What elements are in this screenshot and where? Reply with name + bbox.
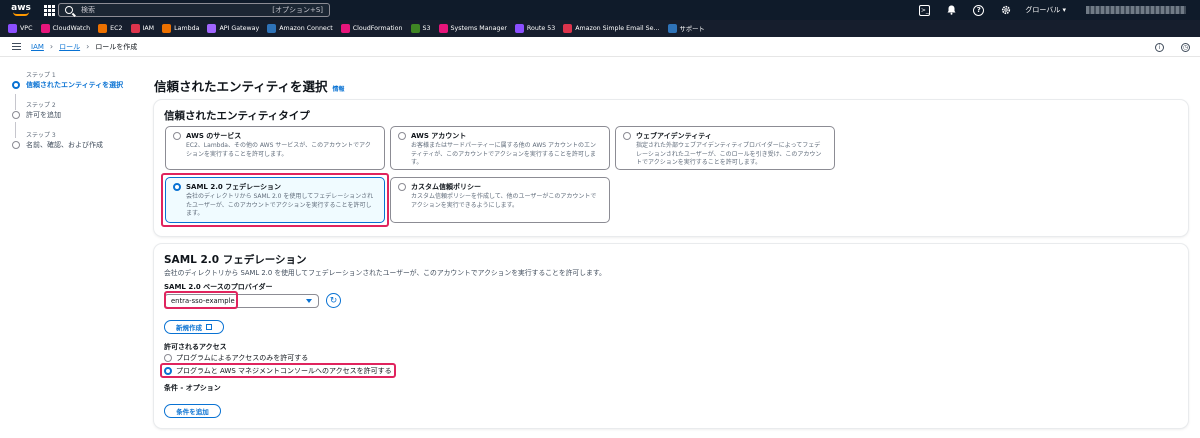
favorite-2[interactable]: EC2	[98, 24, 123, 33]
info-link[interactable]: 情報	[333, 84, 345, 93]
step-2: ステップ 2 許可を追加	[12, 102, 142, 120]
service-icon	[340, 24, 350, 33]
access-label: 許可されるアクセス	[164, 343, 227, 351]
favorite-1[interactable]: CloudWatch	[40, 24, 90, 33]
chevron-right-icon: ›	[49, 42, 54, 51]
search-bar[interactable]: [オプション+S]	[58, 3, 330, 17]
service-icon	[563, 24, 573, 33]
highlight-box	[161, 173, 389, 227]
chevron-right-icon: ›	[86, 42, 90, 51]
favorite-0[interactable]: VPC	[8, 24, 33, 33]
gear-icon[interactable]	[1000, 5, 1011, 16]
access-option-programmatic[interactable]: プログラムによるアクセスのみを許可する	[164, 353, 308, 363]
saml-heading: SAML 2.0 フェデレーション	[164, 254, 307, 266]
radio-button[interactable]	[398, 183, 406, 191]
highlight-box	[160, 363, 396, 378]
service-icon	[207, 24, 217, 33]
breadcrumb-iam[interactable]: IAM	[31, 43, 44, 51]
service-icon	[267, 24, 277, 33]
tile-aws-account[interactable]: AWS アカウント お客様またはサードパーティーに属する他の AWS アカウント…	[390, 126, 610, 170]
create-provider-button[interactable]: 新規作成	[164, 320, 224, 334]
region-selector[interactable]: グローバル ▾	[1025, 5, 1066, 15]
cloudshell-icon[interactable]: >_	[919, 4, 931, 16]
account-menu[interactable]	[1086, 6, 1186, 14]
caret-down-icon	[306, 299, 312, 303]
search-icon	[65, 6, 73, 14]
service-icon	[667, 24, 677, 33]
favorite-3[interactable]: IAM	[130, 24, 154, 33]
step-indicator-icon	[12, 141, 20, 149]
favorite-6[interactable]: Amazon Connect	[267, 24, 333, 33]
service-icon	[8, 24, 17, 33]
service-icon	[98, 24, 108, 33]
breadcrumb-current: ロールを作成	[95, 42, 138, 51]
service-icon	[438, 24, 448, 33]
service-icon	[40, 24, 50, 33]
refresh-icon[interactable]: ↻	[326, 293, 341, 308]
favorite-12[interactable]: サポート	[667, 24, 705, 33]
search-input[interactable]	[81, 6, 261, 14]
favorite-10[interactable]: Route 53	[514, 24, 555, 33]
page-title: 信頼されたエンティティを選択 情報	[154, 79, 345, 94]
menu-icon[interactable]	[12, 42, 21, 51]
tile-custom-trust-policy[interactable]: カスタム信頼ポリシー カスタム信頼ポリシーを作成して、他のユーザーがこのアカウン…	[390, 177, 610, 223]
tile-aws-service[interactable]: AWS のサービス EC2、Lambda、その他の AWS サービスが、このアカ…	[165, 126, 385, 170]
step-indicator-icon	[12, 81, 20, 89]
favorite-9[interactable]: Systems Manager	[438, 24, 507, 33]
help-icon[interactable]: ?	[973, 4, 985, 16]
search-shortcut-hint: [オプション+S]	[272, 6, 323, 14]
favorites-bar: VPC CloudWatch EC2 IAM Lambda API Gateway Amaz…	[0, 20, 1200, 37]
step-1[interactable]: ステップ 1 信頼されたエンティティを選択	[12, 72, 142, 90]
bell-icon[interactable]	[946, 5, 957, 16]
add-condition-button[interactable]: 条件を追加	[164, 404, 221, 418]
favorite-8[interactable]: S3	[410, 24, 431, 33]
favorite-4[interactable]: Lambda	[162, 24, 199, 33]
tile-web-identity[interactable]: ウェブアイデンティティ 指定された外部ウェブアイデンティティプロバイダーによって…	[615, 126, 835, 170]
service-icon	[162, 24, 172, 33]
saml-panel: SAML 2.0 フェデレーション 会社のディレクトリから SAML 2.0 を…	[154, 244, 1188, 428]
info-icon[interactable]: i	[1155, 43, 1164, 52]
favorite-7[interactable]: CloudFormation	[340, 24, 403, 33]
step-indicator-icon	[12, 111, 20, 119]
entity-type-heading: 信頼されたエンティティタイプ	[164, 110, 310, 122]
service-icon	[514, 24, 524, 33]
radio-button[interactable]	[398, 132, 406, 140]
favorite-5[interactable]: API Gateway	[207, 24, 259, 33]
aws-logo[interactable]: aws	[6, 0, 36, 20]
conditions-label: 条件 - オプション	[164, 384, 221, 392]
external-link-icon	[206, 324, 212, 330]
service-icon	[410, 24, 420, 33]
breadcrumb: IAM › ロール › ロールを作成 i ◷	[0, 37, 1200, 57]
clock-icon[interactable]: ◷	[1181, 43, 1190, 52]
step-3: ステップ 3 名前、確認、および作成	[12, 132, 142, 150]
entity-type-panel: 信頼されたエンティティタイプ AWS のサービス EC2、Lambda、その他の…	[154, 100, 1188, 236]
saml-description: 会社のディレクトリから SAML 2.0 を使用してフェデレーションされたユーザ…	[164, 269, 606, 277]
top-navigation: aws [オプション+S] >_ ? グローバル ▾	[0, 0, 1200, 20]
radio-button[interactable]	[173, 132, 181, 140]
radio-button[interactable]	[164, 354, 172, 362]
highlight-box	[164, 291, 238, 309]
services-grid-icon[interactable]	[42, 3, 56, 17]
breadcrumb-roles[interactable]: ロール	[59, 42, 80, 52]
radio-button[interactable]	[623, 132, 631, 140]
wizard-steps: ステップ 1 信頼されたエンティティを選択 ステップ 2 許可を追加 ステップ …	[12, 72, 142, 162]
service-icon	[130, 24, 140, 33]
favorite-11[interactable]: Amazon Simple Email Se...	[563, 24, 660, 33]
